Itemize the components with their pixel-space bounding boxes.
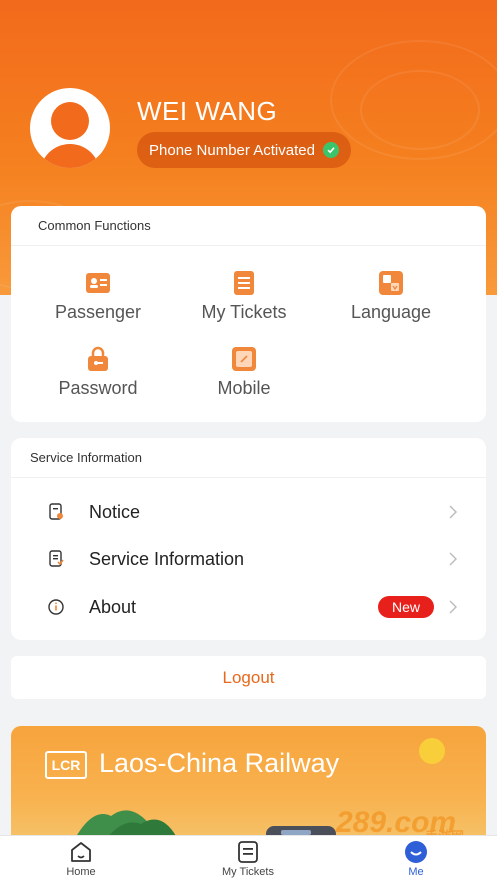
list-item-about[interactable]: About New <box>11 585 486 629</box>
chevron-right-icon <box>449 552 457 566</box>
common-functions-card: Common Functions Passenger My Tickets La… <box>11 206 486 422</box>
service-doc-icon <box>49 550 64 567</box>
tab-label: Home <box>66 866 96 878</box>
chevron-right-icon <box>449 600 457 614</box>
chevron-right-icon <box>449 505 457 519</box>
logout-button[interactable]: Logout <box>11 656 486 699</box>
service-information-title: Service Information <box>11 438 486 478</box>
ticket-icon <box>238 841 258 863</box>
passenger-card-icon <box>86 273 110 293</box>
service-information-card: Service Information Notice Service Infor… <box>11 438 486 640</box>
bottom-tab-bar: Home My Tickets Me <box>0 835 497 883</box>
function-password[interactable]: Password <box>25 346 171 399</box>
function-passenger[interactable]: Passenger <box>25 270 171 323</box>
phone-status-badge: Phone Number Activated <box>137 132 351 168</box>
tab-me[interactable]: Me <box>356 840 476 878</box>
lcr-logo: LCR <box>45 751 87 779</box>
language-icon <box>379 271 403 295</box>
tab-label: Me <box>408 866 424 878</box>
tab-my-tickets[interactable]: My Tickets <box>188 840 308 878</box>
tickets-list-icon <box>234 271 254 295</box>
notice-icon <box>49 503 63 520</box>
function-language[interactable]: Language <box>318 270 464 323</box>
function-label: Password <box>58 378 138 398</box>
function-label: Language <box>350 302 432 322</box>
function-label: Passenger <box>54 302 142 322</box>
common-functions-title: Common Functions <box>11 206 486 246</box>
list-item-notice[interactable]: Notice <box>11 490 486 534</box>
lock-icon <box>88 346 108 371</box>
function-my-tickets[interactable]: My Tickets <box>171 270 317 323</box>
list-item-label: Service Information <box>89 548 245 569</box>
phone-status-label: Phone Number Activated <box>149 141 315 159</box>
home-icon <box>71 842 91 862</box>
info-icon <box>48 599 64 615</box>
function-label: My Tickets <box>201 302 287 322</box>
banner-title: Laos-China Railway <box>99 748 340 778</box>
new-badge: New <box>377 596 434 618</box>
function-label: Mobile <box>217 378 271 398</box>
list-item-label: About <box>89 596 137 617</box>
tab-label: My Tickets <box>222 866 274 878</box>
function-mobile[interactable]: Mobile <box>171 346 317 399</box>
list-item-label: Notice <box>89 501 141 522</box>
avatar[interactable] <box>30 88 110 168</box>
sun-illustration <box>419 738 445 764</box>
tab-home[interactable]: Home <box>21 840 141 878</box>
me-icon <box>405 841 427 863</box>
list-item-service-information[interactable]: Service Information <box>11 537 486 581</box>
verified-check-icon <box>322 142 339 158</box>
user-name: WEI WANG <box>137 96 278 126</box>
mobile-icon <box>232 347 256 371</box>
